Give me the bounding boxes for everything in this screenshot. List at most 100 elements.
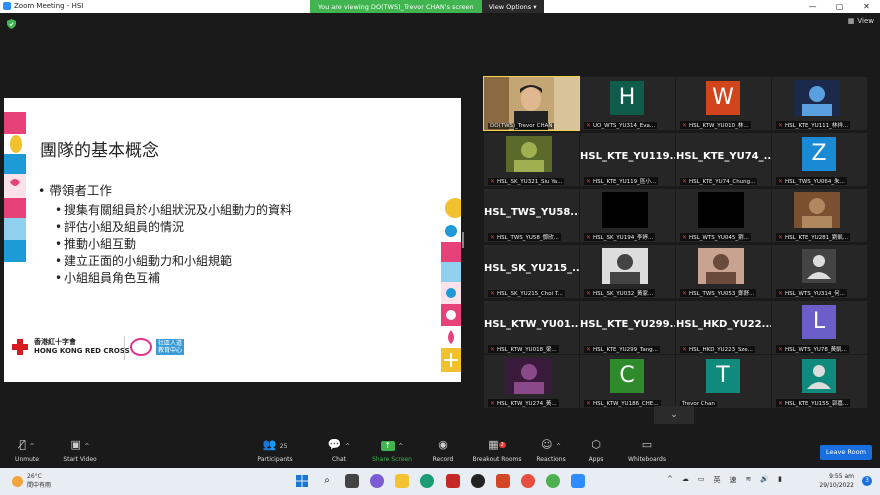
app-title: Zoom Meeting - HSI xyxy=(3,2,83,10)
chrome-icon[interactable] xyxy=(546,474,560,488)
participant-video-off xyxy=(698,192,744,228)
profile-picture xyxy=(506,358,552,394)
participant-tile[interactable]: DO(TWS)_Trevor CHAN xyxy=(483,76,580,131)
teams-chat-icon[interactable] xyxy=(370,474,384,488)
app-icon[interactable] xyxy=(521,474,535,488)
participant-name-tag: ✕ HSL_SK_YU321_Siu Ya... xyxy=(488,178,565,185)
participant-name-tag: ✕ HSL_KTW_YU274_黃... xyxy=(488,399,559,407)
participant-tile[interactable]: ✕ HSL_TWS_YU053_鄭舒... xyxy=(676,245,771,298)
search-icon[interactable]: ⌕ xyxy=(320,474,334,488)
muted-mic-icon: ✕ xyxy=(490,233,496,241)
participant-name-tag: ✕ HSL_KTW_YU018_梁... xyxy=(488,345,559,353)
battery-icon[interactable]: ▮ xyxy=(778,475,782,485)
participant-name: HSL_WTS_YU314_何... xyxy=(785,291,845,297)
participant-name-tag: ✕ HSL_TWS_YU064_朱... xyxy=(776,177,847,185)
participant-tile[interactable]: HSL_SK_YU215_... ✕ HSL_SK_YU215_Choi T... xyxy=(484,245,579,298)
mcafee-icon[interactable] xyxy=(446,474,460,488)
slide-decoration-right xyxy=(441,198,461,372)
file-explorer-icon[interactable] xyxy=(395,474,409,488)
participant-tile[interactable]: C ✕ HSL_KTW_YU186_CHE... xyxy=(580,355,675,408)
reactions-button[interactable]: ☺ ^ Reactions xyxy=(532,438,570,463)
view-button[interactable]: ▦ View xyxy=(848,17,874,25)
participant-tile[interactable]: T Trevor Chan xyxy=(676,355,771,408)
muted-mic-icon: ✕ xyxy=(778,345,784,353)
participant-tile[interactable]: ✕ HSL_SK_YU321_Siu Ya... xyxy=(484,133,579,186)
participant-tile[interactable]: ✕ HSL_WTS_YU045_劉... xyxy=(676,189,771,242)
participant-tile[interactable]: ✕ HSL_WTS_YU314_何... xyxy=(772,245,867,298)
participant-name: HSL_KTW_YU186_CHE... xyxy=(593,400,659,407)
muted-mic-icon: ✕ xyxy=(778,121,784,129)
participant-name-tag: ✕ HSL_WTS_YU045_劉... xyxy=(680,233,751,241)
meeting-toolbar: 🎙̸ ^ Unmute ▣ ^ Start Video 👥 25 Partici… xyxy=(0,432,880,468)
clock-time: 9:55 am xyxy=(829,473,854,480)
panel-resize-handle[interactable] xyxy=(462,232,464,248)
cloud-icon[interactable]: ☁ xyxy=(682,475,689,485)
participant-tile[interactable]: W ✕ HSL_KTW_YU010_林... xyxy=(676,77,771,130)
display-icon[interactable]: ▭ xyxy=(698,475,705,485)
participant-tile[interactable]: HSL_KTE_YU119... ✕ HSL_KTE_YU119_區小... xyxy=(580,133,675,186)
start-video-button[interactable]: ▣ ^ Start Video xyxy=(58,438,102,463)
notification-badge[interactable]: 3 xyxy=(862,476,872,486)
ime-mode[interactable]: 速 xyxy=(730,475,737,485)
participant-tile[interactable]: Z ✕ HSL_TWS_YU064_朱... xyxy=(772,133,867,186)
partner-text: 社區人道 教育中心 xyxy=(156,339,185,355)
dell-icon[interactable] xyxy=(471,474,485,488)
view-options-button[interactable]: View Options ▾ xyxy=(481,0,544,13)
participant-tile[interactable]: H ✕ UO_WTS_YU314_Eva... xyxy=(580,77,675,130)
window-controls: — ▢ ✕ xyxy=(799,0,880,13)
muted-mic-icon: ✕ xyxy=(490,178,496,185)
participant-name: HSL_TWS_YU064_朱... xyxy=(785,179,845,185)
breakout-rooms-label: Breakout Rooms xyxy=(472,456,522,463)
participant-tile[interactable]: HSL_HKD_YU22... ✕ HSL_HKD_YU223_Sze... xyxy=(676,301,771,354)
wifi-icon[interactable]: ≋ xyxy=(746,475,752,485)
participant-name-tag: ✕ HSL_WTS_YU78_黃凱... xyxy=(776,345,849,353)
powerpoint-icon[interactable] xyxy=(496,474,510,488)
participant-tile[interactable]: HSL_KTW_YU01... ✕ HSL_KTW_YU018_梁... xyxy=(484,301,579,354)
minimize-button[interactable]: — xyxy=(799,0,826,13)
volume-icon[interactable]: 🔊 xyxy=(760,475,769,485)
participant-tile[interactable]: ✕ HSL_SK_YU194_李婷... xyxy=(580,189,675,242)
participant-tile[interactable]: ✕ HSL_KTE_YU281_劉凱... xyxy=(772,189,867,242)
participant-name-tag: ✕ HSL_KTW_YU186_CHE... xyxy=(584,400,661,407)
reactions-icon: ☺ ^ xyxy=(541,438,561,451)
windows-start-icon[interactable] xyxy=(295,474,309,488)
participant-name-tag: ✕ HSL_SK_YU032_黃家... xyxy=(584,289,656,297)
muted-mic-icon: ✕ xyxy=(586,289,592,297)
edge-icon[interactable] xyxy=(420,474,434,488)
breakout-rooms-button[interactable]: ▦ 2 Breakout Rooms xyxy=(470,438,524,463)
profile-picture xyxy=(794,192,840,228)
weather-widget[interactable]: 26°C 間中有雨 xyxy=(12,473,51,489)
security-shield-icon[interactable] xyxy=(7,19,16,29)
close-button[interactable]: ✕ xyxy=(853,0,880,13)
unmute-button[interactable]: 🎙̸ ^ Unmute xyxy=(10,438,44,463)
participant-tile[interactable]: ✕ HSL_SK_YU032_黃家... xyxy=(580,245,675,298)
participant-tile[interactable]: L ✕ HSL_WTS_YU78_黃凱... xyxy=(772,301,867,354)
chevron-up-icon[interactable]: ^ xyxy=(667,475,673,485)
view-label: View xyxy=(857,17,874,25)
task-view-icon[interactable] xyxy=(345,474,359,488)
whiteboards-button[interactable]: ▭ Whiteboards xyxy=(624,438,670,463)
apps-button[interactable]: ⬡ Apps xyxy=(584,438,608,463)
record-icon: ◉ xyxy=(438,438,448,451)
participant-tile[interactable]: HSL_KTE_YU299... ✕ HSL_KTE_YU299_Tang... xyxy=(580,301,675,354)
participant-tile[interactable]: ✕ HSL_KTE_YU155_郭嘉... xyxy=(772,355,867,408)
slide-subitem: 評估小組及組員的情況 xyxy=(55,219,292,236)
participant-tile[interactable]: ✕ HSL_KTW_YU274_黃... xyxy=(484,355,579,408)
participants-button[interactable]: 👥 25 Participants xyxy=(254,438,296,463)
share-screen-button[interactable]: ↑ ^ Share Screen xyxy=(370,438,414,463)
record-button[interactable]: ◉ Record xyxy=(428,438,458,463)
clock[interactable]: 9:55 am 29/10/2022 xyxy=(819,472,854,490)
profile-picture xyxy=(602,248,648,284)
participant-name: HSL_KTE_YU299_Tang... xyxy=(593,346,658,353)
participant-tile[interactable]: ✕ HSL_KTE_YU111_林祥... xyxy=(772,77,867,130)
ime-lang[interactable]: 英 xyxy=(714,475,721,485)
chat-button[interactable]: 💬 ^ Chat xyxy=(325,438,353,463)
zoom-taskbar-icon[interactable] xyxy=(571,474,585,488)
participant-tile[interactable]: HSL_KTE_YU74_... ✕ HSL_KTE_YU74_Chung... xyxy=(676,133,771,186)
participant-name: HSL_KTW_YU018_梁... xyxy=(497,347,557,353)
gallery-next-page-button[interactable]: ⌄ xyxy=(654,406,694,424)
leave-room-button[interactable]: Leave Room xyxy=(820,445,872,460)
maximize-button[interactable]: ▢ xyxy=(826,0,853,13)
participant-tile[interactable]: HSL_TWS_YU58... ✕ HSL_TWS_YU58_鄧欣... xyxy=(484,189,579,242)
participant-name: HSL_TWS_YU58_鄧欣... xyxy=(497,235,559,241)
